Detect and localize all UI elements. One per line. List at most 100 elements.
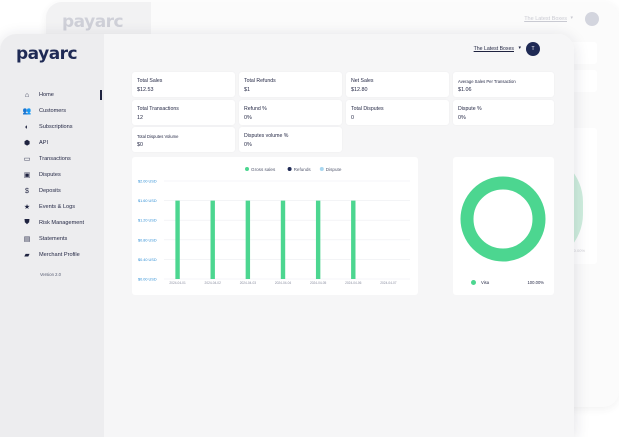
star-icon: ★	[23, 204, 31, 211]
stat-value: 12	[137, 115, 143, 121]
stat-value: $12.53	[137, 87, 154, 93]
stat-total-sales: Total Sales $12.53	[132, 72, 235, 97]
bar-gross-sales	[280, 200, 286, 279]
sales-chart-card: Gross sales Refunds Dispute $0.00 USD $0.40 …	[132, 157, 418, 295]
legend-dot	[287, 167, 292, 171]
sidebar-item-label: Events & Logs	[39, 204, 76, 210]
subscriptions-icon: ◐	[24, 123, 30, 131]
dollar-icon: $	[25, 187, 29, 195]
stat-dispute-percent: Dispute % 0%	[453, 100, 554, 125]
home-icon: ⌂	[24, 91, 30, 99]
donut-slice-visa	[460, 176, 546, 262]
sidebar-nav: ⌂ Home 👥 Customers ◐ Subscriptions ⬢ API ▭ Transa…	[0, 87, 104, 263]
bar-gross-sales	[245, 200, 251, 279]
version-label: Version 2.0	[40, 272, 61, 277]
sidebar-item-label: Transactions	[39, 156, 71, 162]
y-tick-label: $1.60 USD	[138, 199, 157, 203]
card-brand-donut-chart	[460, 176, 546, 262]
x-tick-label: 2024-04-01	[169, 281, 186, 285]
legend-dot	[245, 167, 249, 171]
background-avatar	[585, 12, 599, 26]
sales-bar-chart: Gross sales Refunds Dispute $0.00 USD $0.40 …	[138, 167, 410, 285]
x-tick-label: 2024-04-05	[310, 281, 327, 285]
disputes-icon: ▣	[23, 172, 31, 179]
sidebar-item-label: API	[39, 140, 49, 146]
sidebar-item-disputes[interactable]: ▣ Disputes	[0, 167, 104, 183]
transactions-icon: ▭	[23, 156, 31, 163]
stat-total-disputes: Total Disputes 0	[346, 100, 449, 125]
x-tick-label: 2024-04-03	[240, 281, 257, 285]
sidebar-item-merchant-profile[interactable]: ▰ Merchant Profile	[0, 247, 104, 263]
date-range-selector[interactable]: The Latest Boxes	[474, 46, 514, 52]
stat-value: $0	[137, 142, 143, 148]
stat-label: Total Refunds	[244, 78, 276, 84]
x-tick-label: 2024-04-02	[205, 281, 222, 285]
x-tick-label: 2024-04-07	[380, 281, 397, 285]
x-tick-label: 2024-04-04	[275, 281, 292, 285]
stat-refund-percent: Refund % 0%	[239, 100, 342, 125]
legend-dot	[319, 167, 324, 171]
stat-label: Average Sales Per Transaction	[458, 79, 516, 84]
y-tick-label: $0.80 USD	[138, 238, 157, 242]
bar-gross-sales	[210, 200, 215, 279]
users-icon: 👥	[22, 108, 32, 115]
y-tick-label: $0.00 USD	[138, 278, 157, 282]
card-brand-donut-card: Visa 100.00%	[453, 157, 554, 295]
background-date-range: The Latest Boxes	[524, 16, 567, 22]
sidebar-item-label: Home	[39, 92, 54, 98]
stat-label: Total Sales	[137, 78, 163, 84]
profile-icon: ▰	[24, 252, 30, 259]
stat-value: $12.80	[351, 87, 368, 93]
sidebar-item-label: Merchant Profile	[39, 252, 80, 258]
stat-value: 0%	[458, 115, 466, 121]
brand-logo[interactable]: payarc	[16, 44, 78, 64]
donut-legend: Visa 100.00%	[471, 280, 544, 285]
stat-value: 0%	[244, 115, 252, 121]
stat-value: $1	[244, 87, 250, 93]
sidebar-item-risk-management[interactable]: ⛊ Risk Management	[0, 215, 104, 231]
stat-value: 0	[351, 115, 354, 121]
y-tick-label: $0.40 USD	[138, 258, 157, 262]
sidebar-item-label: Deposits	[39, 188, 61, 194]
stat-label: Refund %	[244, 106, 267, 112]
legend-label: Gross sales	[251, 167, 276, 172]
sidebar-item-deposits[interactable]: $ Deposits	[0, 183, 104, 199]
donut-legend-label: Visa	[481, 280, 490, 285]
main-content: The Latest Boxes ▾ T Total Sales $12.53 …	[104, 34, 574, 437]
avatar[interactable]: T	[526, 42, 540, 56]
bar-gross-sales	[351, 200, 356, 279]
sidebar-item-home[interactable]: ⌂ Home	[0, 87, 104, 103]
stat-label: Total Disputes	[351, 106, 384, 112]
y-tick-label: $2.00 USD	[138, 180, 157, 184]
sidebar-item-label: Statements	[39, 236, 68, 242]
background-logo: payarc	[62, 12, 124, 32]
sidebar-item-api[interactable]: ⬢ API	[0, 135, 104, 151]
sidebar-item-subscriptions[interactable]: ◐ Subscriptions	[0, 119, 104, 135]
sidebar-item-label: Disputes	[39, 172, 61, 178]
statements-icon: ▤	[23, 236, 31, 243]
stat-value: 0%	[244, 142, 252, 148]
stat-label: Dispute %	[458, 106, 482, 112]
stat-label: Total Transactions	[137, 106, 179, 112]
x-tick-label: 2024-04-06	[345, 281, 362, 285]
stat-disputes-volume-percent: Disputes volume % 0%	[239, 127, 342, 152]
legend-label: Refunds	[294, 167, 312, 172]
stat-average-sales: Average Sales Per Transaction $1.06	[453, 72, 554, 97]
sidebar-item-customers[interactable]: 👥 Customers	[0, 103, 104, 119]
background-caret-icon: ▾	[570, 15, 573, 21]
chevron-down-icon[interactable]: ▾	[518, 45, 521, 51]
sidebar-item-label: Risk Management	[39, 220, 85, 226]
stat-label: Disputes volume %	[244, 133, 289, 139]
donut-legend-percent: 100.00%	[527, 280, 544, 285]
stat-label: Net Sales	[351, 78, 374, 84]
sidebar: payarc ⌂ Home 👥 Customers ◐ Subscriptions ⬢ API…	[0, 34, 104, 437]
y-tick-label: $1.20 USD	[138, 219, 157, 223]
stat-total-transactions: Total Transactions 12	[132, 100, 235, 125]
sidebar-item-statements[interactable]: ▤ Statements	[0, 231, 104, 247]
bar-gross-sales	[315, 200, 321, 279]
sidebar-item-transactions[interactable]: ▭ Transactions	[0, 151, 104, 167]
shield-icon: ⛊	[24, 219, 30, 226]
sidebar-item-events-logs[interactable]: ★ Events & Logs	[0, 199, 104, 215]
sidebar-item-label: Subscriptions	[39, 124, 73, 130]
stat-total-refunds: Total Refunds $1	[239, 72, 342, 97]
